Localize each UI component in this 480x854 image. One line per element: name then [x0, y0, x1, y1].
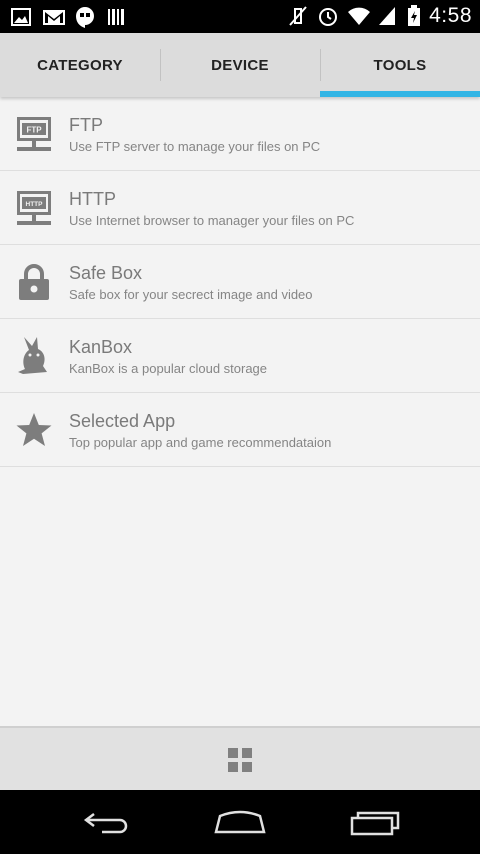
clock: 4:58	[429, 4, 472, 27]
item-title: Safe Box	[69, 263, 143, 283]
grid-icon[interactable]	[228, 748, 252, 772]
item-subtitle: Safe box for your secrect image and vide…	[69, 287, 313, 302]
home-icon[interactable]	[212, 806, 268, 838]
hangouts-icon	[74, 6, 96, 28]
lock-icon	[15, 263, 53, 301]
item-subtitle: Top popular app and game recommendataion	[69, 435, 332, 450]
item-subtitle: Use Internet browser to manager your fil…	[69, 213, 355, 228]
battery-icon	[407, 5, 421, 27]
tab-category[interactable]: CATEGORY	[0, 33, 160, 97]
list-item-kanbox[interactable]: KanBox KanBox is a popular cloud storage	[0, 319, 480, 393]
tools-list: FTP FTP Use FTP server to manage your fi…	[0, 97, 480, 467]
list-item-ftp[interactable]: FTP FTP Use FTP server to manage your fi…	[0, 97, 480, 171]
list-item-selected-app[interactable]: Selected App Top popular app and game re…	[0, 393, 480, 467]
list-item-http[interactable]: HTTP HTTP Use Internet browser to manage…	[0, 171, 480, 245]
bottom-action-bar	[0, 726, 480, 792]
http-server-icon: HTTP	[15, 189, 53, 227]
svg-text:FTP: FTP	[26, 125, 42, 134]
wifi-icon	[347, 5, 371, 27]
status-bar: 4:58	[0, 0, 480, 33]
back-icon[interactable]	[80, 806, 136, 838]
picture-icon	[10, 6, 32, 28]
mute-icon	[287, 5, 309, 27]
tab-tools[interactable]: TOOLS	[320, 33, 480, 97]
item-subtitle: KanBox is a popular cloud storage	[69, 361, 268, 376]
gmail-icon	[42, 6, 65, 28]
signal-icon	[377, 5, 399, 27]
ftp-server-icon: FTP	[15, 115, 53, 153]
rabbit-icon	[15, 336, 53, 375]
alarm-icon	[317, 5, 339, 27]
recent-apps-icon[interactable]	[348, 806, 404, 838]
item-title: KanBox	[69, 337, 133, 357]
star-icon	[15, 411, 53, 449]
list-item-safe-box[interactable]: Safe Box Safe box for your secrect image…	[0, 245, 480, 319]
item-title: HTTP	[69, 189, 116, 209]
item-title: Selected App	[69, 411, 176, 431]
tab-device[interactable]: DEVICE	[160, 33, 320, 97]
navigation-bar	[0, 790, 480, 854]
item-title: FTP	[69, 115, 103, 135]
barcode-icon	[106, 6, 128, 28]
tab-bar: CATEGORY DEVICE TOOLS	[0, 33, 480, 97]
item-subtitle: Use FTP server to manage your files on P…	[69, 139, 321, 154]
svg-text:HTTP: HTTP	[26, 201, 44, 208]
